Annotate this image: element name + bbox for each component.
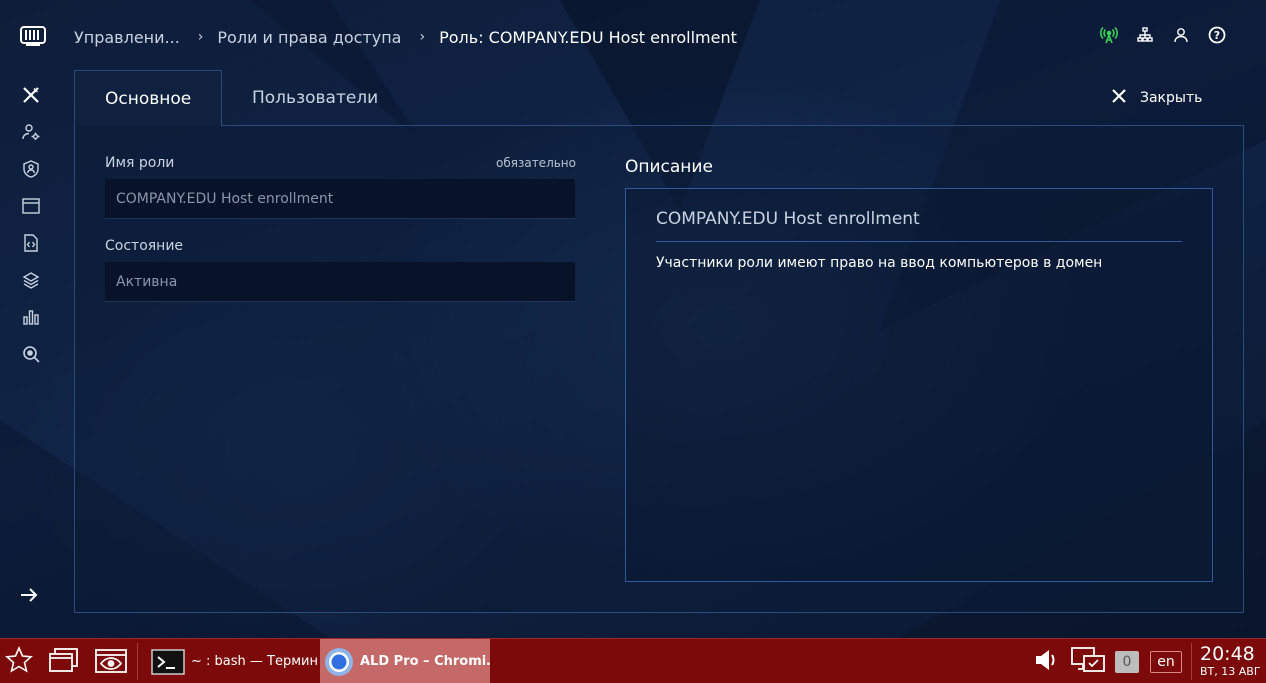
expand-arrow-icon[interactable] [18,584,40,606]
terminal-icon [151,648,185,675]
eye-window-icon [94,646,128,678]
role-tabs: Основное Пользователи [74,70,408,126]
notification-count[interactable]: 0 [1115,651,1139,673]
start-menu-button[interactable] [2,639,36,683]
rail-item-scripts[interactable] [0,226,62,263]
role-name-label: Имя роли [105,155,175,171]
chromium-icon [324,647,354,677]
task-terminal[interactable]: ~ : bash — Термин… [146,639,318,683]
close-icon [1110,87,1128,109]
required-hint: обязательно [496,156,576,170]
keyboard-layout[interactable]: en [1150,651,1182,673]
state-field[interactable]: Активна [105,262,575,302]
star-icon [5,645,33,678]
breadcrumb-management[interactable]: Управлени... [74,28,180,47]
app-logo-icon[interactable] [20,25,46,47]
state-label: Состояние [105,238,184,254]
show-desktop-button[interactable] [46,639,82,683]
search-zoom-icon [22,345,40,367]
task-terminal-label: ~ : bash — Термин… [191,654,318,669]
user-shield-icon [22,159,40,182]
description-role-name: COMPANY.EDU Host enrollment [656,209,920,229]
rail-item-tools[interactable] [0,78,62,115]
tools-icon [22,86,40,108]
taskbar: ~ : bash — Термин… ALD Pro – Chromi… 0 e… [0,638,1266,683]
file-manager-button[interactable] [92,639,130,683]
tab-users[interactable]: Пользователи [222,70,408,126]
description-box[interactable]: COMPANY.EDU Host enrollment Участники ро… [625,188,1213,582]
rail-item-layers[interactable] [0,263,62,300]
close-button[interactable]: Закрыть [1110,86,1202,110]
network-icon[interactable] [1136,26,1154,44]
header-actions: ? [1100,26,1226,44]
volume-button[interactable] [1032,639,1060,683]
rail-item-statistics[interactable] [0,300,62,337]
task-chromium[interactable]: ALD Pro – Chromi… [320,639,490,683]
user-icon[interactable] [1172,26,1190,44]
clock-date: ВТ, 13 АВГ [1200,665,1261,678]
user-settings-icon [22,123,40,145]
rail-item-roles[interactable] [0,152,62,189]
rail-item-audit[interactable] [0,337,62,374]
taskbar-divider [137,643,138,680]
breadcrumb-roles[interactable]: Роли и права доступа [217,28,401,47]
chevron-right-icon: › [197,29,204,45]
tab-general[interactable]: Основное [74,70,222,126]
window-icon [22,197,40,219]
layers-icon [22,271,40,293]
speaker-icon [1033,647,1059,677]
task-chromium-label: ALD Pro – Chromi… [360,654,490,669]
taskbar-divider [1191,643,1192,680]
antenna-icon[interactable] [1100,26,1118,44]
network-monitor-icon [1070,645,1106,679]
breadcrumb: Управлени... › Роли и права доступа › Ро… [74,26,737,48]
chevron-right-icon: › [419,29,426,45]
rail-item-users[interactable] [0,115,62,152]
side-navigation [0,78,62,374]
description-title: Описание [625,157,713,177]
windows-icon [48,646,80,678]
role-name-field[interactable]: COMPANY.EDU Host enrollment [105,179,575,219]
bar-chart-icon [22,308,40,330]
svg-text:?: ? [1214,29,1220,42]
close-label: Закрыть [1140,90,1203,106]
description-text: Участники роли имеют право на ввод компь… [656,255,1103,271]
code-file-icon [22,233,40,256]
network-status-button[interactable] [1069,639,1107,683]
help-icon[interactable]: ? [1208,26,1226,44]
divider [656,241,1182,242]
rail-item-windows[interactable] [0,189,62,226]
clock-time[interactable]: 20:48 [1200,643,1255,665]
app-header: Управлени... › Роли и права доступа › Ро… [0,0,1266,70]
breadcrumb-current-role: Роль: COMPANY.EDU Host enrollment [439,27,737,47]
